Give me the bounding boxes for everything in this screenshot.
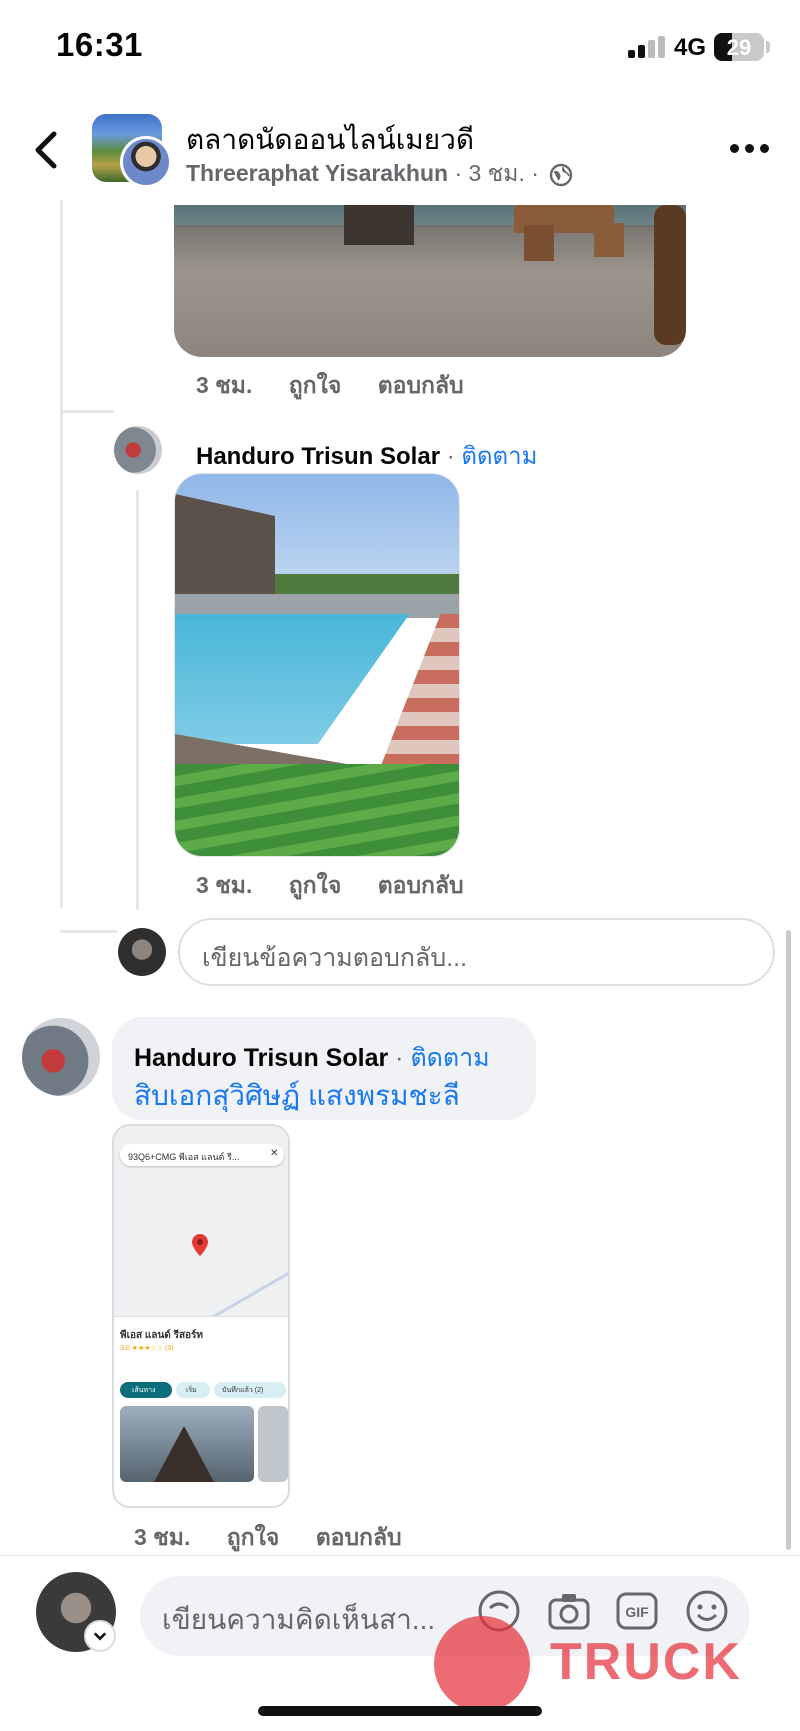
reply-button[interactable]: ตอบกลับ [378,372,464,398]
map-chip-start: เริ่ม [186,1387,197,1394]
comment-composer: เขียนความคิดเห็นสา... GIF TRUCK [0,1555,800,1731]
globe-icon [550,163,573,187]
my-avatar-small [118,928,166,976]
battery-icon: 29 [714,33,764,61]
thread-line [60,930,118,933]
meta-dot: · [454,160,463,186]
comment-actions: 3 ชม. ถูกใจ ตอบกลับ [196,868,494,904]
comment-actions: 3 ชม. ถูกใจ ตอบกลับ [196,368,494,404]
name-dot: · [446,443,455,470]
commenter-name-line: Handuro Trisun Solar · ติดตาม [196,436,537,475]
map-place-name: พีเอส แลนด์ รีสอร์ท [120,1330,204,1341]
like-button[interactable]: ถูกใจ [227,1524,280,1550]
comment-photo-patio[interactable] [174,205,686,357]
map-search-text: 93Q6+CMG พีเอส แลนด์ รี... [128,1152,240,1162]
comment-photo-pool[interactable] [174,473,460,857]
post-header: ตลาดนัดออนไลน์เมยวดี Threeraphat Yisarak… [0,100,800,200]
meta-dot: · [531,160,539,186]
name-dot: · [395,1044,404,1072]
reply-input-placeholder: เขียนข้อความตอบกลับ... [202,944,468,972]
commenter-avatar[interactable] [22,1018,100,1096]
more-options-button[interactable] [730,144,770,156]
map-chip-directions: เส้นทาง [132,1387,156,1394]
follow-link[interactable]: ติดตาม [410,1044,489,1072]
thread-line [60,428,63,908]
commenter-avatar[interactable] [114,426,162,474]
scrollbar[interactable] [786,930,791,1550]
comment-input-placeholder: เขียนความคิดเห็นสา... [162,1604,436,1635]
cellular-signal-icon [628,36,668,58]
comment-time: 3 ชม. [196,872,253,898]
thread-line [136,490,139,910]
reply-input[interactable]: เขียนข้อความตอบกลับ... [178,918,775,986]
map-chip-save: บันทึกแล้ว (2) [222,1387,264,1394]
follow-link[interactable]: ติดตาม [461,443,537,470]
commenter-name[interactable]: Handuro Trisun Solar [134,1044,388,1072]
thread-line [60,410,114,413]
status-time: 16:31 [56,26,143,63]
map-place-rating: 3.0 ★★★☆☆ (3) [120,1345,174,1352]
back-button[interactable] [26,128,66,172]
home-indicator[interactable] [258,1706,542,1716]
reply-button[interactable]: ตอบกลับ [378,872,464,898]
author-avatar[interactable] [120,136,172,188]
network-type: 4G [674,34,707,61]
post-time: 3 ชม. [468,160,525,186]
reply-button[interactable]: ตอบกลับ [316,1524,402,1550]
status-bar: 16:31 4G 29 [0,0,800,96]
watermark-text: TRUCK [550,1633,742,1691]
chevron-down-icon[interactable] [84,1620,116,1652]
battery-level: 29 [726,35,752,60]
mention-link[interactable]: สิบเอกสุวิศิษฏ์ แสงพรมชะลี [134,1074,460,1118]
commenter-name-line: Handuro Trisun Solar · ติดตาม [134,1038,490,1078]
like-button[interactable]: ถูกใจ [289,372,342,398]
post-meta: Threeraphat Yisarakhun · 3 ชม. · [186,156,573,192]
comment-actions: 3 ชม. ถูกใจ ตอบกลับ [134,1520,432,1556]
thread-line [60,200,63,428]
comment-time: 3 ชม. [196,372,253,398]
commenter-name[interactable]: Handuro Trisun Solar [196,443,440,470]
truck-watermark: TRUCK [430,1616,770,1716]
like-button[interactable]: ถูกใจ [289,872,342,898]
map-pin-icon [192,1234,208,1256]
author-name[interactable]: Threeraphat Yisarakhun [186,160,448,186]
map-screenshot-attachment[interactable]: 93Q6+CMG พีเอส แลนด์ รี... ✕ พีเอส แลนด์… [112,1124,290,1508]
comment-time: 3 ชม. [134,1524,191,1550]
